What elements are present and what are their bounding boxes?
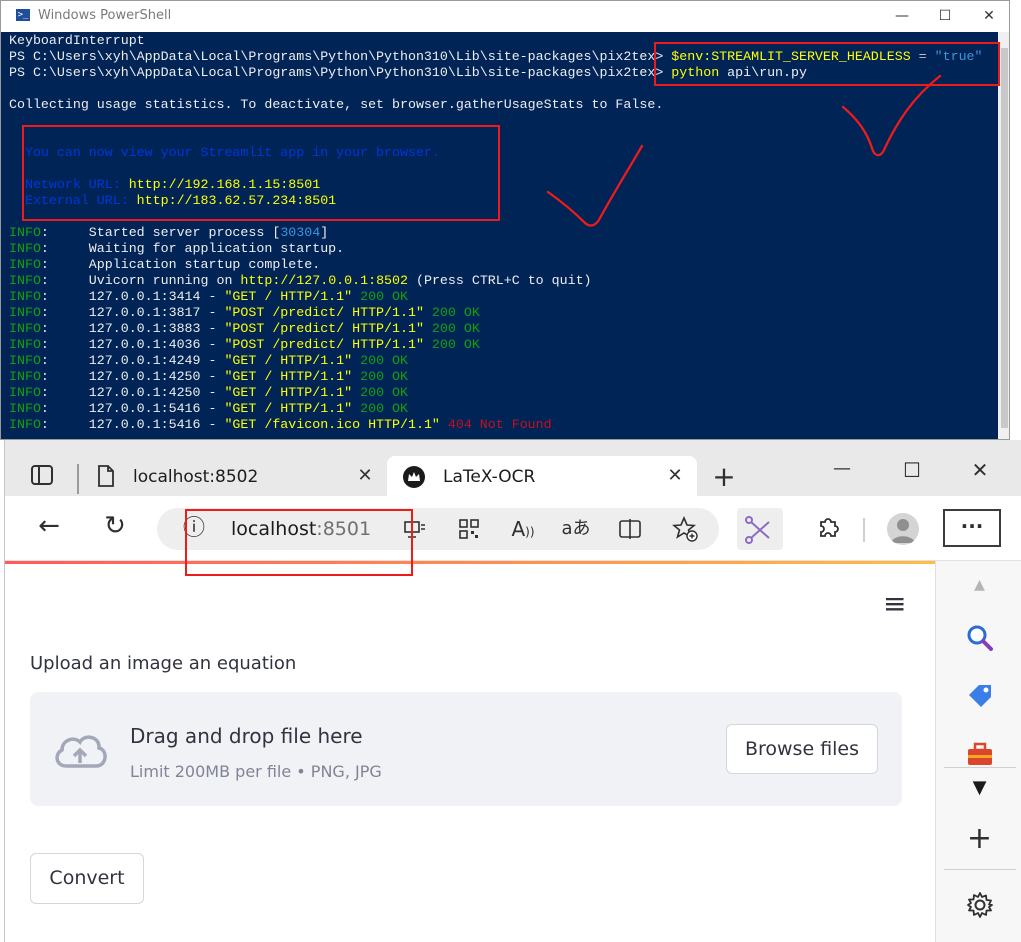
sidebar-scroll-down-icon[interactable]: ▼ — [936, 777, 1021, 798]
tab-close-button[interactable]: ✕ — [353, 464, 377, 488]
browse-files-button[interactable]: Browse files — [726, 724, 878, 774]
search-icon[interactable] — [936, 623, 1021, 657]
cloud-upload-icon — [52, 730, 108, 775]
settings-more-button[interactable]: ··· — [943, 509, 1001, 547]
tab-label: localhost:8502 — [133, 467, 259, 487]
sidebar-scroll-up-icon[interactable]: ▲ — [936, 577, 1021, 593]
add-sidebar-app-icon[interactable]: + — [936, 821, 1021, 856]
new-tab-button[interactable]: + — [709, 462, 739, 492]
upload-label: Upload an image an equation — [30, 653, 297, 674]
file-dropzone[interactable]: Drag and drop file here Limit 200MB per … — [30, 692, 902, 806]
gear-icon[interactable] — [936, 891, 1021, 923]
toolbar-divider — [863, 518, 865, 542]
split-screen-icon[interactable] — [617, 518, 643, 544]
extensions-icon[interactable] — [813, 514, 843, 544]
scissors-extension-icon — [745, 516, 770, 544]
tab-localhost-8502[interactable]: localhost:8502 ✕ — [85, 456, 383, 496]
convert-button[interactable]: Convert — [30, 853, 144, 904]
streamlit-app: ≡ Upload an image an equation Drag and d… — [5, 561, 935, 942]
shopping-tag-icon[interactable] — [936, 681, 1021, 715]
page-icon — [97, 465, 115, 492]
dropzone-title: Drag and drop file here — [130, 724, 363, 748]
browser-toolbar: ← ↻ ⓘ localhost:8501 A)) aあ ··· — [5, 496, 1021, 561]
tab-close-button[interactable]: ✕ — [663, 464, 687, 488]
sidebar-divider — [944, 767, 1016, 768]
browser-maximize-button[interactable]: ☐ — [895, 458, 929, 482]
extension-highlight[interactable] — [737, 508, 783, 550]
tab-strip: localhost:8502 ✕ LaTeX-OCR ✕ + — ☐ ✕ — [5, 440, 1021, 496]
browser-close-button[interactable]: ✕ — [963, 458, 997, 482]
annotation-box-address — [185, 509, 413, 576]
translate-icon[interactable]: aあ — [561, 516, 591, 542]
tab-latex-ocr[interactable]: LaTeX-OCR ✕ — [387, 456, 697, 496]
tab-divider — [77, 464, 79, 494]
browser-minimize-button[interactable]: — — [825, 458, 859, 479]
checkmark-2 — [546, 144, 644, 227]
favorite-add-icon[interactable] — [671, 515, 699, 546]
edge-sidebar: ▲ ▼ + — [935, 561, 1021, 942]
tab-actions-icon[interactable] — [29, 464, 55, 490]
qr-code-icon[interactable] — [457, 518, 481, 544]
browser-window: localhost:8502 ✕ LaTeX-OCR ✕ + — ☐ ✕ ← ↻… — [4, 440, 1021, 942]
sidebar-divider — [944, 869, 1016, 870]
read-aloud-icon[interactable]: A)) — [509, 516, 537, 545]
app-top-decoration — [5, 561, 935, 564]
tab-label: LaTeX-OCR — [443, 467, 536, 487]
streamlit-crown-icon — [403, 466, 425, 488]
refresh-button[interactable]: ↻ — [99, 510, 131, 542]
dropzone-limit: Limit 200MB per file • PNG, JPG — [130, 762, 382, 781]
profile-avatar[interactable] — [887, 513, 919, 545]
back-button[interactable]: ← — [33, 510, 65, 542]
checkmark-1 — [841, 74, 942, 157]
hamburger-menu-icon[interactable]: ≡ — [883, 587, 906, 620]
